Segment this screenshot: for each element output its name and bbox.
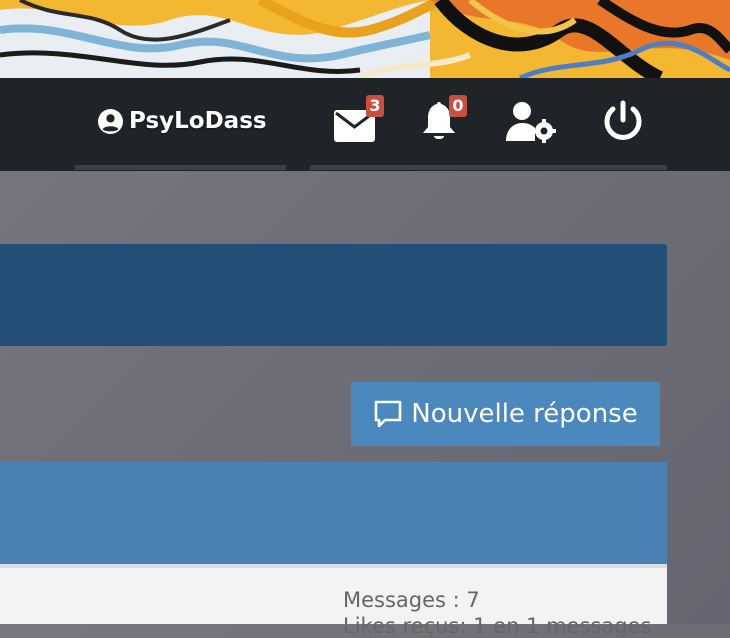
logout-button[interactable]	[602, 100, 644, 142]
author-messages-count: Messages : 7	[343, 588, 480, 612]
power-icon	[604, 100, 642, 140]
author-likes-count: Likes reçus: 1 en 1 messages	[343, 614, 652, 638]
new-reply-button[interactable]: Nouvelle réponse	[351, 382, 660, 446]
header-banner-image	[0, 0, 730, 78]
top-navigation-bar: PsyLoDass 3 0	[0, 78, 730, 171]
account-settings-button[interactable]	[504, 101, 558, 143]
post-header-bar	[0, 462, 667, 564]
icons-tab-underline	[310, 165, 667, 170]
user-profile-link[interactable]: PsyLoDass	[98, 104, 267, 138]
user-tab-underline	[75, 165, 286, 170]
user-cog-icon	[506, 102, 556, 143]
abstract-swirl-artwork	[0, 0, 730, 78]
messages-button[interactable]: 3	[334, 95, 390, 144]
comment-icon	[374, 400, 402, 428]
user-circle-icon	[98, 108, 123, 134]
forum-title-bar	[0, 244, 667, 346]
post-body: Messages : 7 Likes reçus: 1 en 1 message…	[0, 564, 667, 638]
new-reply-label: Nouvelle réponse	[411, 399, 638, 429]
username-label: PsyLoDass	[129, 108, 267, 134]
notifications-button[interactable]: 0	[421, 95, 471, 146]
messages-count-badge: 3	[366, 95, 384, 117]
notifications-count-badge: 0	[449, 95, 467, 117]
